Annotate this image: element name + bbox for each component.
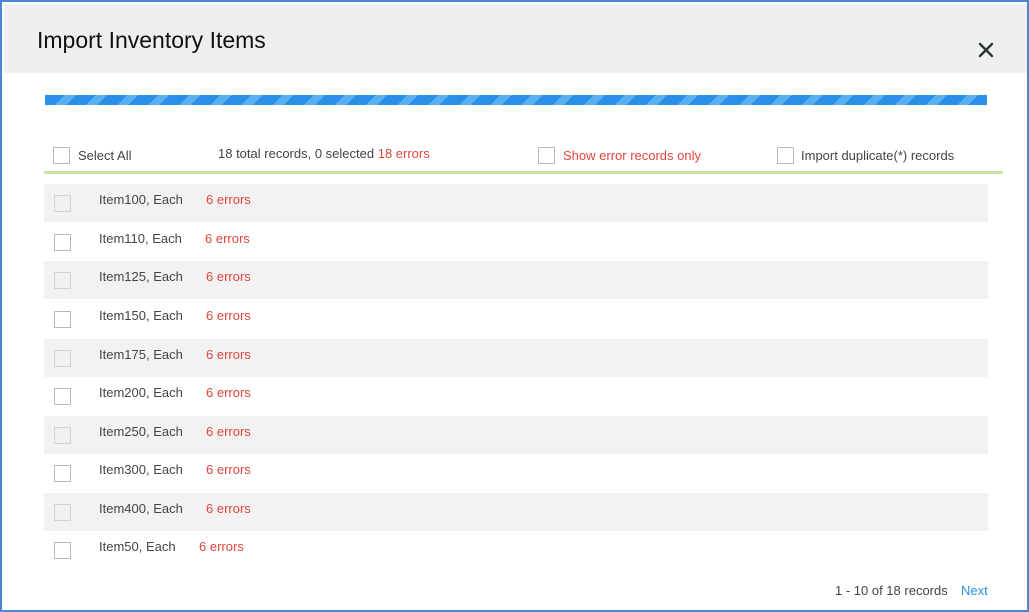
list-item[interactable]: Item125, Each 6 errors [44,261,988,299]
list-item[interactable]: Item175, Each 6 errors [44,339,988,377]
item-name: Item300, Each [99,462,183,477]
row-checkbox[interactable] [54,465,71,482]
item-errors[interactable]: 6 errors [206,308,251,323]
item-name: Item150, Each [99,308,183,323]
dialog-title: Import Inventory Items [37,27,266,53]
list-item[interactable]: Item200, Each 6 errors [44,377,988,415]
records-summary-text: 18 total records, 0 selected [218,146,375,161]
item-errors[interactable]: 6 errors [205,231,250,246]
item-name: Item200, Each [99,385,183,400]
records-summary: 18 total records, 0 selected 18 errors [218,146,430,161]
row-checkbox[interactable] [54,504,71,521]
import-dialog: Import Inventory Items Select All 18 tot… [0,0,1029,612]
list-item[interactable]: Item100, Each 6 errors [44,184,988,222]
item-errors[interactable]: 6 errors [206,501,251,516]
item-name: Item175, Each [99,347,183,362]
row-checkbox[interactable] [54,311,71,328]
row-checkbox[interactable] [54,388,71,405]
list-item[interactable]: Item250, Each 6 errors [44,416,988,454]
item-errors[interactable]: 6 errors [206,462,251,477]
list-item[interactable]: Item50, Each 6 errors [44,531,988,569]
item-name: Item125, Each [99,269,183,284]
next-page-link[interactable]: Next [961,583,988,598]
show-errors-only-label[interactable]: Show error records only [563,148,701,163]
item-errors[interactable]: 6 errors [206,269,251,284]
import-progress-bar [45,95,987,105]
row-checkbox[interactable] [54,350,71,367]
item-errors[interactable]: 6 errors [206,192,251,207]
list-item[interactable]: Item400, Each 6 errors [44,493,988,531]
item-errors[interactable]: 6 errors [206,424,251,439]
item-name: Item250, Each [99,424,183,439]
import-duplicates-checkbox[interactable] [777,147,794,164]
row-checkbox[interactable] [54,195,71,212]
item-name: Item50, Each [99,539,176,554]
item-name: Item400, Each [99,501,183,516]
records-summary-errors: 18 errors [377,146,430,161]
item-errors[interactable]: 6 errors [206,385,251,400]
item-errors[interactable]: 6 errors [199,539,244,554]
select-all-checkbox[interactable] [53,147,70,164]
row-checkbox[interactable] [54,234,71,251]
item-name: Item100, Each [99,192,183,207]
select-all-label[interactable]: Select All [78,148,131,163]
dialog-header: Import Inventory Items [4,4,1027,73]
pagination-range: 1 - 10 of 18 records [835,583,948,598]
close-icon[interactable] [974,38,998,62]
row-checkbox[interactable] [54,272,71,289]
list-item[interactable]: Item110, Each 6 errors [44,223,988,261]
row-checkbox[interactable] [54,542,71,559]
row-checkbox[interactable] [54,427,71,444]
toolbar-divider [44,171,1003,174]
item-name: Item110, Each [99,231,182,246]
list-item[interactable]: Item300, Each 6 errors [44,454,988,492]
list-item[interactable]: Item150, Each 6 errors [44,300,988,338]
import-duplicates-label[interactable]: Import duplicate(*) records [801,148,954,163]
show-errors-only-checkbox[interactable] [538,147,555,164]
item-errors[interactable]: 6 errors [206,347,251,362]
